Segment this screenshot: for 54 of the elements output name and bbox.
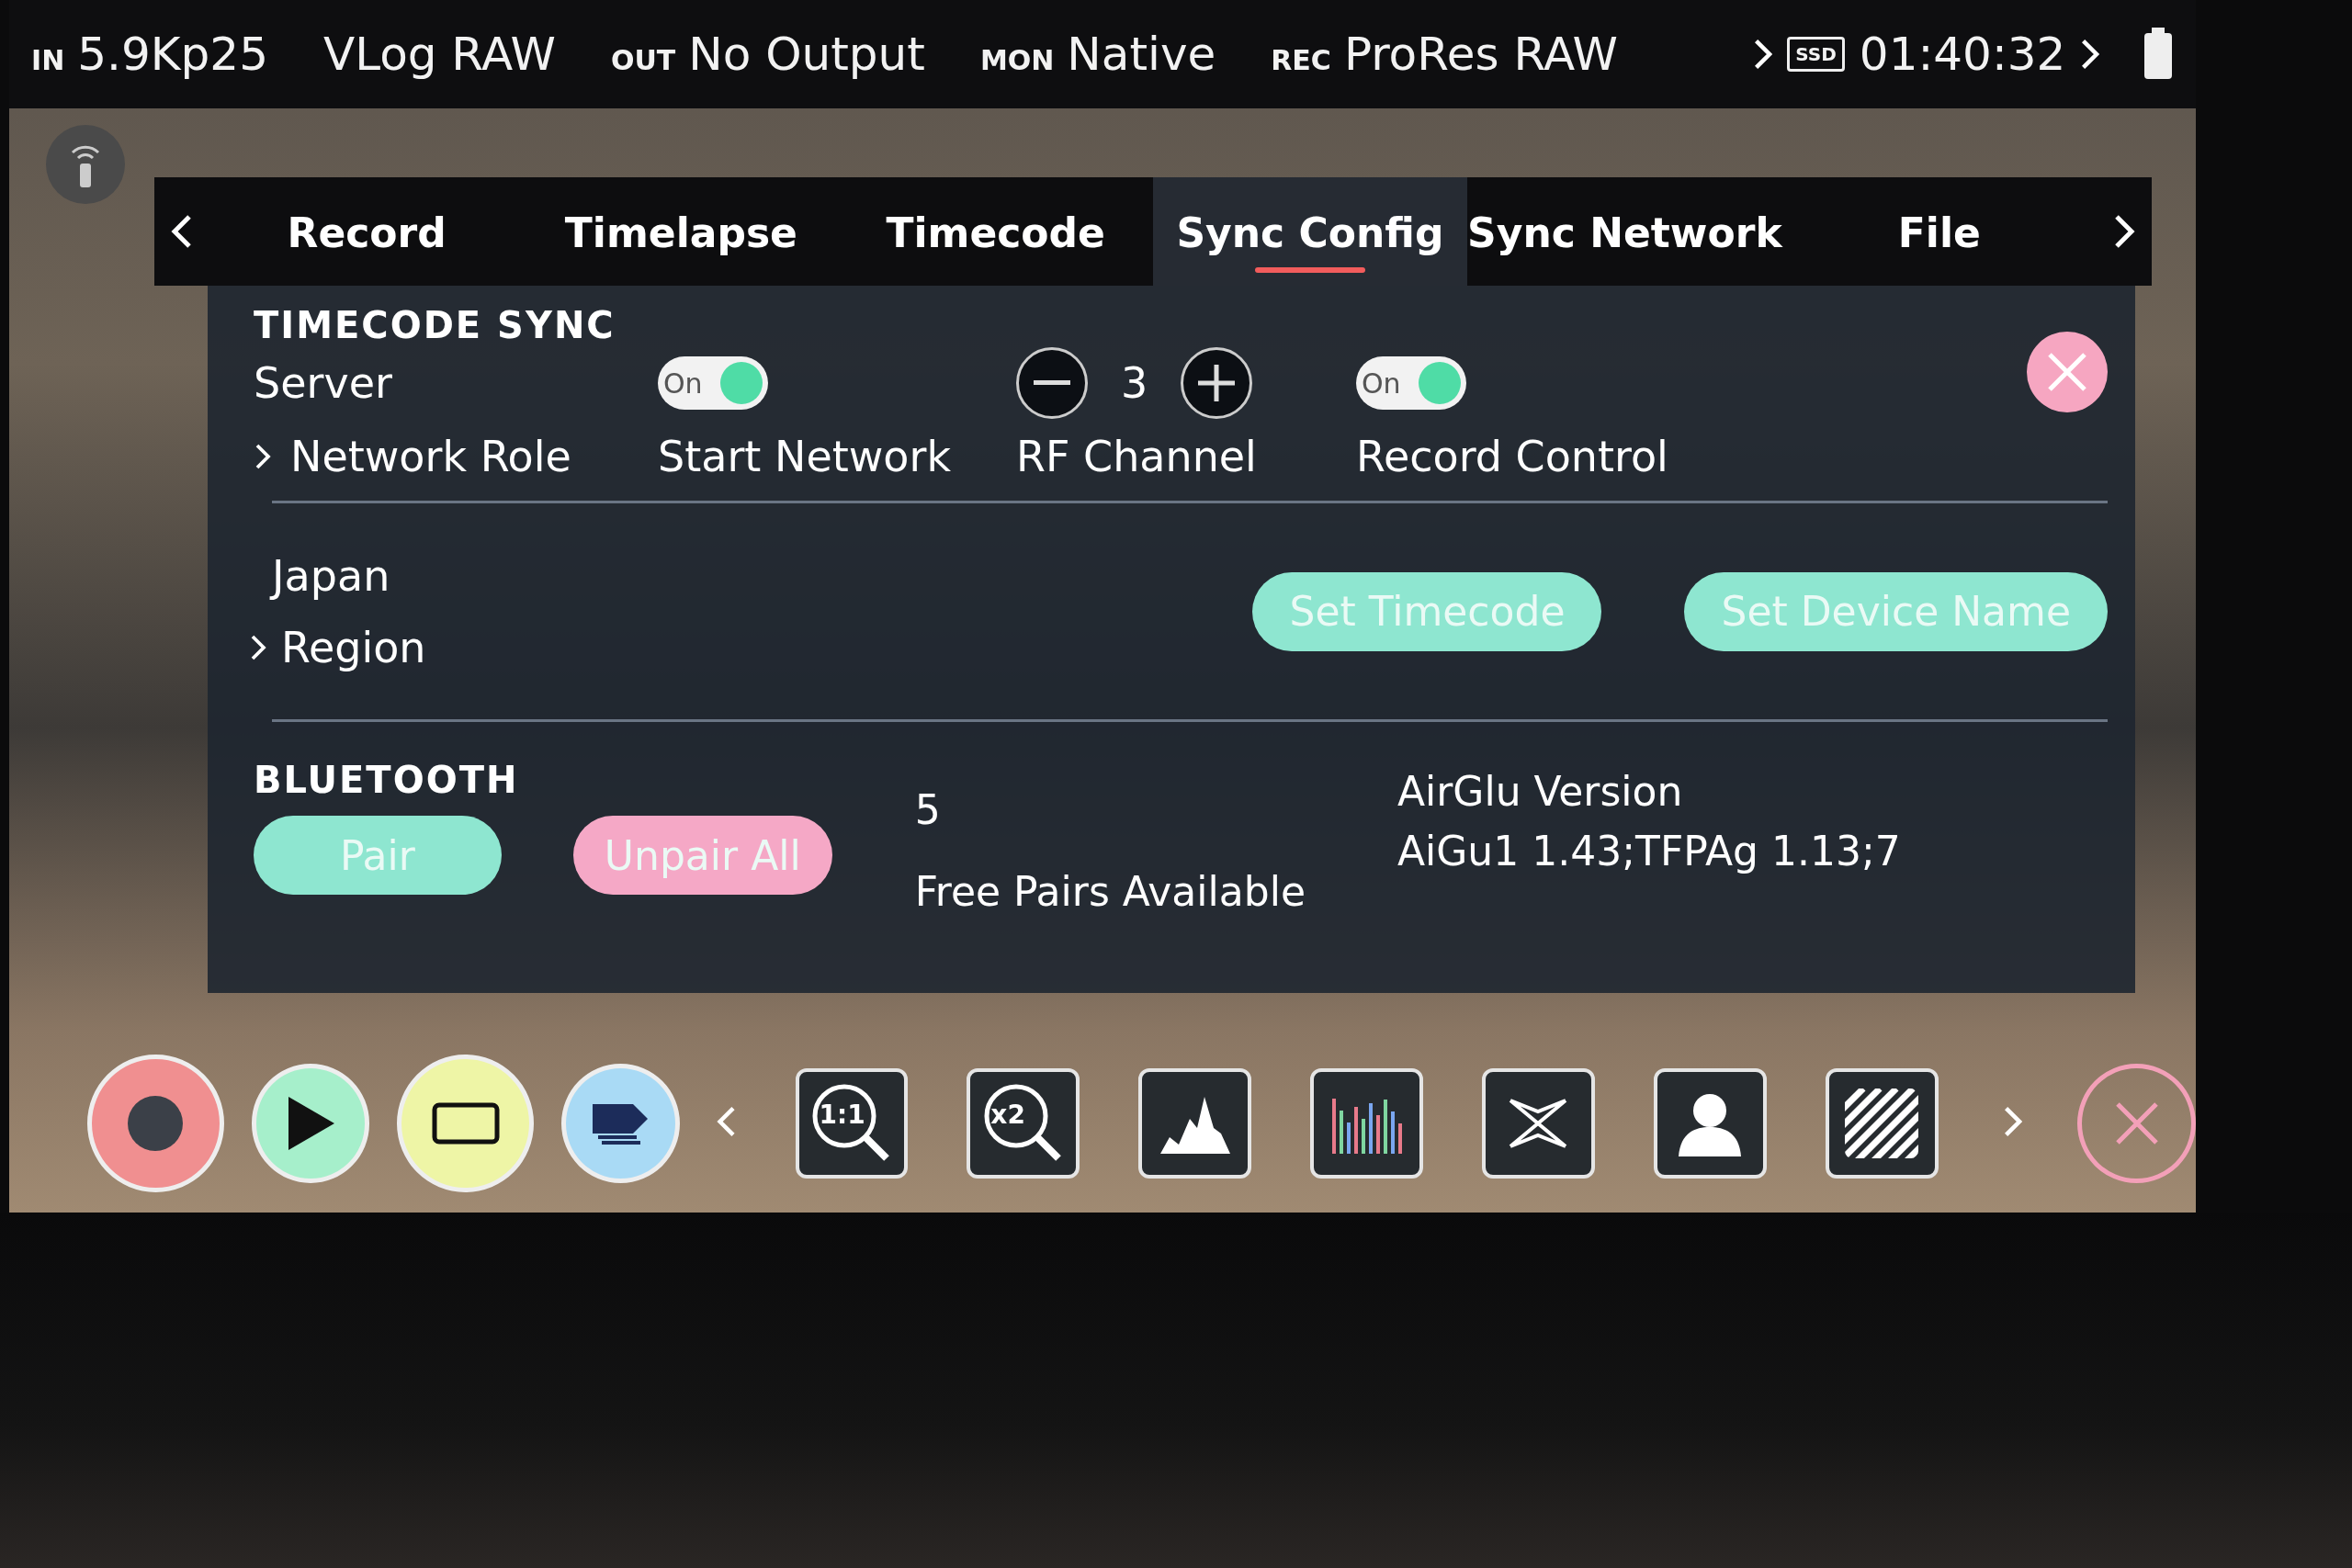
status-label: REC xyxy=(1271,44,1331,76)
tab[interactable]: Timecode xyxy=(838,177,1153,286)
status-label: MON xyxy=(979,44,1055,76)
previous-tab-icon[interactable] xyxy=(171,213,193,250)
section-heading: BLUETOOTH xyxy=(254,759,520,801)
previous-icon[interactable] xyxy=(716,1105,737,1138)
zebra-button[interactable] xyxy=(1825,1068,1939,1179)
tab[interactable]: Timelapse xyxy=(524,177,839,286)
tab[interactable]: Sync Network xyxy=(1467,177,1782,286)
histogram-button[interactable] xyxy=(1138,1068,1252,1179)
pairs-count: 5 xyxy=(914,786,942,833)
tab[interactable]: Sync Config xyxy=(1152,177,1468,286)
status-value: VLog RAW xyxy=(322,28,556,81)
status-value: 5.9Kp25 xyxy=(77,28,268,81)
status-value: ProRes RAW xyxy=(1343,28,1619,81)
chevron-icon[interactable] xyxy=(2080,38,2100,71)
setting-label: Record Control xyxy=(1356,432,1669,481)
setting-value: Server xyxy=(254,358,393,408)
vectorscope-button[interactable] xyxy=(1481,1068,1595,1179)
battery-icon xyxy=(2143,28,2174,81)
silhouette-button[interactable] xyxy=(1653,1068,1767,1179)
toggle-switch[interactable]: On xyxy=(658,356,768,410)
waveform-button[interactable] xyxy=(1310,1068,1423,1179)
next-icon[interactable] xyxy=(2002,1105,2023,1138)
dot-icon xyxy=(127,1095,185,1152)
section-heading: TIMECODE SYNC xyxy=(254,304,616,346)
setting-label: Region xyxy=(281,622,427,672)
setting-value: 3 xyxy=(1121,358,1148,408)
status-label: IN xyxy=(31,44,65,76)
close-icon xyxy=(2046,351,2088,393)
status-label: OUT xyxy=(611,44,676,76)
time-remaining: 01:40:32 xyxy=(1859,28,2066,81)
pairs-label: Free Pairs Available xyxy=(914,868,1306,915)
plus-icon xyxy=(1198,365,1236,401)
setting-label: RF Channel xyxy=(1016,432,1258,481)
version-value: AiGu1 1.43;TFPAg 1.13;7 xyxy=(1396,828,1901,874)
chevron-icon[interactable] xyxy=(250,633,266,661)
zoom-button[interactable]: x2 xyxy=(967,1068,1080,1179)
stripes-icon xyxy=(1845,1089,1919,1158)
setting-label: Network Role xyxy=(290,432,572,481)
version-label: AirGlu Version xyxy=(1396,768,1684,815)
tab[interactable]: Record xyxy=(209,177,525,286)
next-tab-icon[interactable] xyxy=(2112,213,2135,250)
minus-icon xyxy=(1034,380,1070,386)
setting-label: Start Network xyxy=(658,432,953,481)
close-icon xyxy=(2113,1100,2160,1146)
chevron-icon[interactable] xyxy=(254,443,271,470)
rectangle-icon xyxy=(431,1102,500,1145)
zoom-button[interactable]: 1:1 xyxy=(795,1068,909,1179)
media-label: SSD xyxy=(1787,37,1845,72)
chevron-icon[interactable] xyxy=(1752,38,1773,71)
status-value: Native xyxy=(1067,28,1216,81)
status-value: No Output xyxy=(688,28,925,81)
toggle-switch[interactable]: On xyxy=(1356,356,1466,410)
